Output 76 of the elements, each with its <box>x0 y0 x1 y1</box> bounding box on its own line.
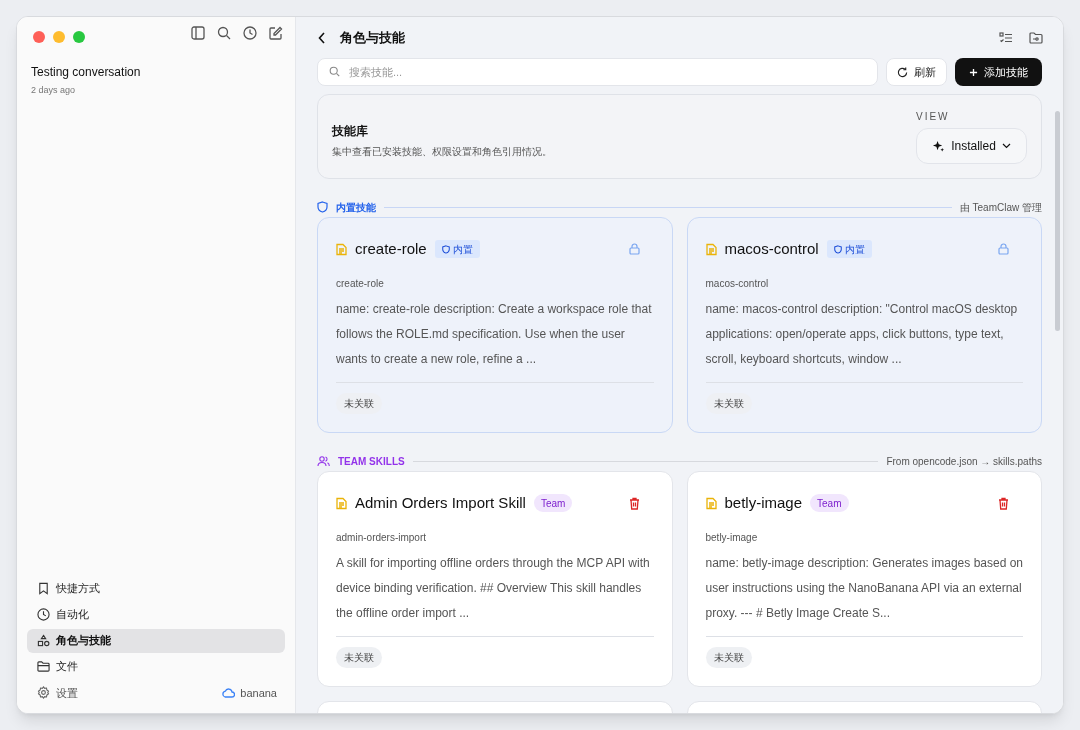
document-icon <box>336 496 347 510</box>
shield-icon <box>317 201 328 213</box>
skill-badge: 内置 <box>826 240 872 258</box>
skill-description: name: create-role description: Create a workspace role that follows the ROLE.md specification. Use when the user wants to create a new role, refine a ... <box>336 301 653 368</box>
document-icon <box>705 242 717 256</box>
shield-icon <box>441 244 450 254</box>
add-skill-button[interactable]: 添加技能 <box>955 58 1042 86</box>
library-title: 技能库 <box>332 123 369 140</box>
skill-card[interactable]: create-role 内置 create-role name: create-role description: Create a workspace role that follows the ROLE.md specification. Use when the user wants to create a new role, refine a ... 未关联 <box>317 217 673 433</box>
settings-icon[interactable] <box>37 686 50 700</box>
nav-item[interactable]: 角色与技能 <box>27 628 285 653</box>
skill-description: A skill for importing offline orders through the MCP API with device binding verification. ## Overview This skill handles the offline order import ... <box>336 555 651 622</box>
folder-icon[interactable] <box>1029 31 1043 44</box>
skill-name: betly-image <box>724 492 803 513</box>
view-label: VIEW <box>916 110 950 124</box>
folder-icon <box>37 660 50 673</box>
lock-icon <box>998 243 1009 255</box>
users-icon <box>317 455 330 467</box>
lock-icon <box>628 243 640 255</box>
shield-icon <box>833 244 842 254</box>
skill-badge: Team <box>810 494 849 512</box>
refresh-icon <box>897 66 908 78</box>
sidebar-toggle-icon[interactable] <box>191 26 205 40</box>
cloud-icon <box>221 687 236 698</box>
nav-item[interactable]: 自动化 <box>27 602 285 627</box>
settings-link[interactable]: 设置 <box>56 684 78 701</box>
section-note: From opencode.json → skills.paths <box>886 454 1042 469</box>
section-title: 内置技能 <box>336 200 376 215</box>
skill-slug: create-role <box>336 277 385 291</box>
nav-item[interactable]: 文件 <box>27 654 285 679</box>
clock-icon <box>37 608 50 621</box>
chevron-down-icon <box>1001 143 1011 149</box>
skill-slug: admin-orders-import <box>336 531 428 545</box>
nav-item[interactable]: 快捷方式 <box>27 576 285 601</box>
library-description: 集中查看已安装技能、权限设置和角色引用情况。 <box>332 145 552 159</box>
skill-slug: macos-control <box>705 277 770 291</box>
skill-name: create-role <box>355 238 427 259</box>
skill-name: macos-control <box>724 238 819 259</box>
status-tag: 未关联 <box>705 647 752 668</box>
bookmark-icon <box>37 582 50 595</box>
status-tag: 未关联 <box>705 393 752 414</box>
checklist-icon[interactable] <box>999 31 1013 44</box>
shapes-icon <box>37 634 50 647</box>
skill-card[interactable]: betly-image Team betly-image name: betly-image description: Generates images based on user instructions using the NanoBanana API via an external proxy. --- # Betly Image Create S... 未关联 <box>686 471 1042 687</box>
status-tag: 未关联 <box>336 647 382 668</box>
document-icon <box>336 242 347 256</box>
section-title: TEAM SKILLS <box>338 454 405 469</box>
trash-icon[interactable] <box>628 496 640 510</box>
search-icon[interactable] <box>217 26 231 40</box>
document-icon <box>705 496 717 510</box>
skill-name: Admin Orders Import Skill <box>355 492 526 513</box>
view-dropdown[interactable]: Installed <box>916 128 1027 164</box>
trash-icon[interactable] <box>998 496 1009 510</box>
skill-description: name: macos-control description: "Control macOS desktop applications: open/operate apps, click buttons, type text, scroll, keyboard shortcuts, window ... <box>705 301 1019 368</box>
refresh-button[interactable]: 刷新 <box>886 58 947 86</box>
close-window-icon[interactable] <box>33 31 45 43</box>
section-note: 由 TeamClaw 管理 <box>959 200 1042 215</box>
status-tag: 未关联 <box>336 393 382 414</box>
account-name: banana <box>240 685 277 701</box>
back-icon[interactable] <box>318 31 326 44</box>
page-title: 角色与技能 <box>340 28 405 47</box>
skill-slug: betly-image <box>705 531 759 545</box>
clock-icon[interactable] <box>243 26 257 40</box>
skill-badge: 内置 <box>434 240 480 258</box>
conversation-title[interactable]: Testing conversation <box>31 63 285 81</box>
sparkle-icon <box>932 139 946 153</box>
skill-card[interactable]: macos-control 内置 macos-control name: macos-control description: "Control macOS desktop applications: open/operate apps, click buttons, type text, scroll, keyboard shortcuts, window ... 未关联 <box>686 217 1042 433</box>
skill-description: name: betly-image description: Generates images based on user instructions using the NanoBanana API via an external proxy. --- # Betly Image Create S... <box>705 555 1023 622</box>
plus-icon <box>969 67 978 77</box>
search-field[interactable]: 搜索技能... <box>317 58 878 86</box>
search-icon <box>329 66 340 77</box>
conversation-time: 2 days ago <box>31 84 77 97</box>
skill-card[interactable] <box>317 471 673 687</box>
scrollbar-thumb[interactable] <box>1055 111 1060 331</box>
skill-badge: Team <box>533 494 573 512</box>
compose-icon[interactable] <box>269 26 283 40</box>
